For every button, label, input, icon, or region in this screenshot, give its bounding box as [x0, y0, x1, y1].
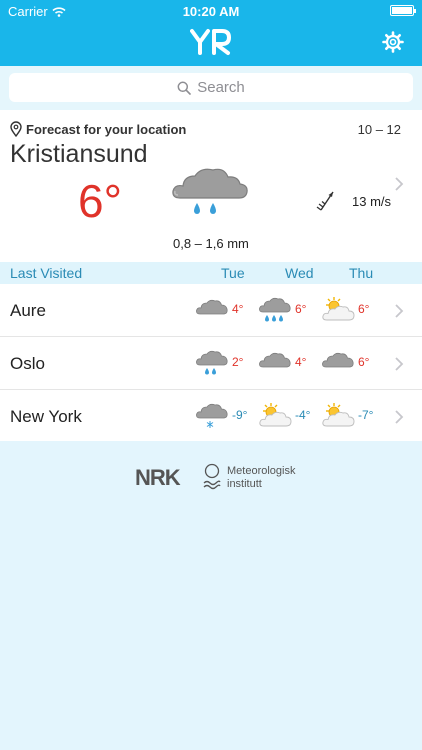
temperature: 4° — [232, 302, 244, 316]
yr-logo-icon — [190, 29, 231, 55]
search-bar-container: Search — [0, 66, 422, 110]
battery-icon — [390, 5, 416, 16]
location-name: Oslo — [10, 354, 45, 373]
forecast-cell: 4° — [195, 290, 255, 330]
location-row-oslo[interactable]: Oslo 2° 4° 6° — [0, 337, 422, 390]
met-logo-icon — [203, 463, 221, 490]
temperature: 6° — [358, 302, 370, 316]
partly-sunny-icon — [259, 403, 292, 427]
rain-cloud-icon — [259, 297, 291, 322]
top-bar: Carrier 10:20 AM — [0, 0, 422, 66]
settings-gear-icon[interactable] — [382, 31, 404, 53]
precipitation-amount: 0,8 – 1,6 mm — [173, 236, 249, 251]
day-label: Thu — [349, 265, 374, 281]
location-pin-icon — [10, 121, 22, 137]
forecast-heading: Forecast for your location — [10, 121, 186, 137]
chevron-right-icon[interactable] — [394, 303, 404, 319]
partly-sunny-icon — [322, 297, 355, 321]
day-label: Tue — [221, 265, 245, 281]
status-bar: Carrier 10:20 AM — [0, 0, 422, 22]
location-name: Aure — [10, 301, 46, 320]
rain-cloud-icon — [172, 168, 248, 214]
met-name-line1: Meteorologisk — [227, 465, 296, 477]
wind-speed: 13 m/s — [352, 194, 392, 209]
wind-arrow-icon — [316, 191, 334, 211]
forecast-heading-label: Forecast for your location — [26, 121, 187, 137]
city-name: Kristiansund — [10, 140, 148, 168]
location-row-aure[interactable]: Aure 4° 6° 6° — [0, 284, 422, 337]
light-rain-cloud-icon — [196, 350, 228, 375]
temperature: 4° — [295, 355, 307, 369]
forecast-cell: 6° — [321, 290, 381, 330]
location-name: New York — [10, 407, 82, 426]
forecast-cell: -9° — [195, 396, 255, 436]
forecast-card[interactable]: Forecast for your location 10 – 12 Krist… — [0, 110, 422, 262]
forecast-cell: 6° — [258, 290, 318, 330]
current-temperature: 6° — [78, 175, 122, 227]
temperature: -7° — [358, 408, 374, 422]
last-visited-header: Last Visited Tue Wed Thu — [0, 262, 422, 284]
temperature: -9° — [232, 408, 248, 422]
location-row-new-york[interactable]: New York -9° -4° -7° — [0, 390, 422, 443]
temperature: 6° — [358, 355, 370, 369]
temperature: 2° — [232, 355, 244, 369]
met-institute-logo: Meteorologisk institutt — [203, 463, 295, 491]
forecast-cell: 2° — [195, 343, 255, 383]
app-logo — [0, 28, 422, 61]
met-name-line2: institutt — [227, 478, 262, 490]
cloud-icon — [322, 352, 354, 368]
cloud-icon — [259, 352, 291, 368]
forecast-cell: -4° — [258, 396, 318, 436]
nrk-logo: NRK — [135, 465, 181, 490]
partly-sunny-icon — [322, 403, 355, 427]
chevron-right-icon[interactable] — [394, 409, 404, 425]
forecast-cell: 4° — [258, 343, 318, 383]
forecast-cell: 6° — [321, 343, 381, 383]
last-visited-title: Last Visited — [10, 265, 83, 281]
forecast-hours: 10 – 12 — [357, 122, 401, 137]
search-icon — [177, 81, 192, 95]
chevron-right-icon[interactable] — [394, 356, 404, 372]
snow-cloud-icon — [196, 403, 228, 428]
temperature: 6° — [295, 302, 307, 316]
status-time: 10:20 AM — [182, 4, 240, 19]
chevron-right-icon[interactable] — [394, 176, 404, 192]
day-label: Wed — [285, 265, 314, 281]
forecast-cell: -7° — [321, 396, 381, 436]
search-placeholder: Search — [197, 79, 245, 96]
footer: NRK Meteorologisk institutt — [0, 441, 422, 750]
search-input[interactable]: Search — [9, 73, 413, 102]
temperature: -4° — [295, 408, 311, 422]
cloud-icon — [196, 299, 228, 315]
